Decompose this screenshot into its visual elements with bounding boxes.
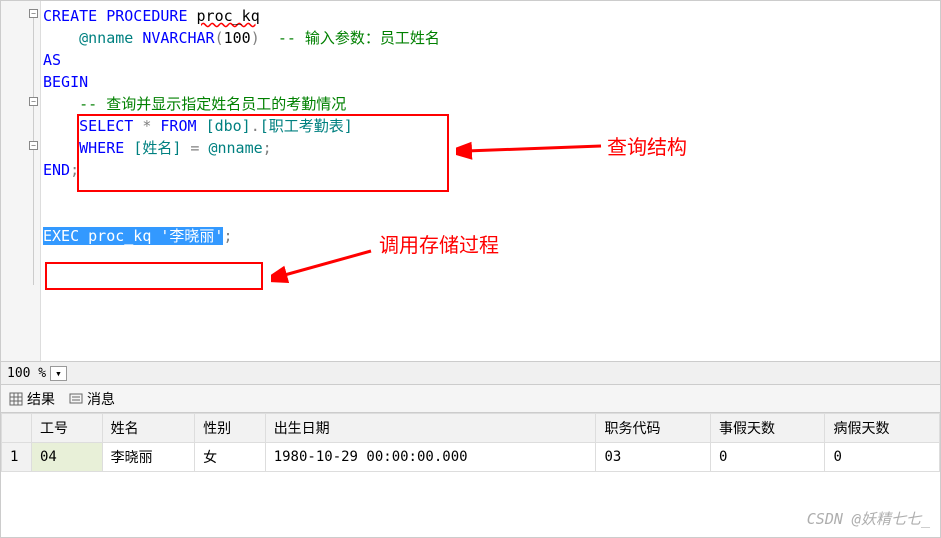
- zoom-bar: 100 % ▾: [1, 361, 940, 385]
- message-icon: [69, 392, 83, 406]
- grid-icon: [9, 392, 23, 406]
- annotation-query: 查询结构: [607, 131, 687, 160]
- zoom-level: 100 %: [7, 366, 46, 381]
- grid-header-blank: [2, 414, 32, 443]
- results-tabs: 结果 消息: [1, 385, 940, 413]
- cell[interactable]: 04: [32, 443, 103, 472]
- grid-header[interactable]: 事假天数: [710, 414, 825, 443]
- cell[interactable]: 0: [825, 443, 940, 472]
- watermark: CSDN @妖精七七_: [807, 508, 930, 529]
- cell[interactable]: 女: [195, 443, 266, 472]
- zoom-dropdown[interactable]: ▾: [50, 366, 67, 381]
- proc-name: proc_kq: [197, 7, 260, 25]
- fold-icon[interactable]: −: [29, 97, 38, 106]
- grid-header[interactable]: 姓名: [102, 414, 195, 443]
- arrow-icon: [456, 131, 606, 161]
- cell[interactable]: 1980-10-29 00:00:00.000: [265, 443, 596, 472]
- gutter: − − −: [1, 1, 41, 361]
- cell[interactable]: 李晓丽: [102, 443, 195, 472]
- grid-header[interactable]: 病假天数: [825, 414, 940, 443]
- sql-editor[interactable]: − − − CREATE PROCEDURE proc_kq @nname NV…: [1, 1, 940, 361]
- grid-header[interactable]: 职务代码: [596, 414, 711, 443]
- tab-messages[interactable]: 消息: [69, 389, 115, 409]
- selected-exec[interactable]: EXEC proc_kq '李晓丽': [43, 227, 223, 245]
- fold-icon[interactable]: −: [29, 141, 38, 150]
- fold-icon[interactable]: −: [29, 9, 38, 18]
- grid-header[interactable]: 性别: [195, 414, 266, 443]
- grid-header[interactable]: 出生日期: [265, 414, 596, 443]
- highlight-box-exec: [45, 262, 263, 290]
- tab-results[interactable]: 结果: [9, 389, 55, 409]
- row-number: 1: [2, 443, 32, 472]
- results-grid[interactable]: 工号 姓名 性别 出生日期 职务代码 事假天数 病假天数 1 04 李晓丽 女 …: [1, 413, 940, 537]
- grid-header[interactable]: 工号: [32, 414, 103, 443]
- cell[interactable]: 0: [710, 443, 825, 472]
- arrow-icon: [271, 246, 381, 286]
- highlight-box-query: [77, 114, 449, 192]
- annotation-exec: 调用存储过程: [379, 229, 499, 258]
- grid-header-row: 工号 姓名 性别 出生日期 职务代码 事假天数 病假天数: [2, 414, 940, 443]
- table-row[interactable]: 1 04 李晓丽 女 1980-10-29 00:00:00.000 03 0 …: [2, 443, 940, 472]
- cell[interactable]: 03: [596, 443, 711, 472]
